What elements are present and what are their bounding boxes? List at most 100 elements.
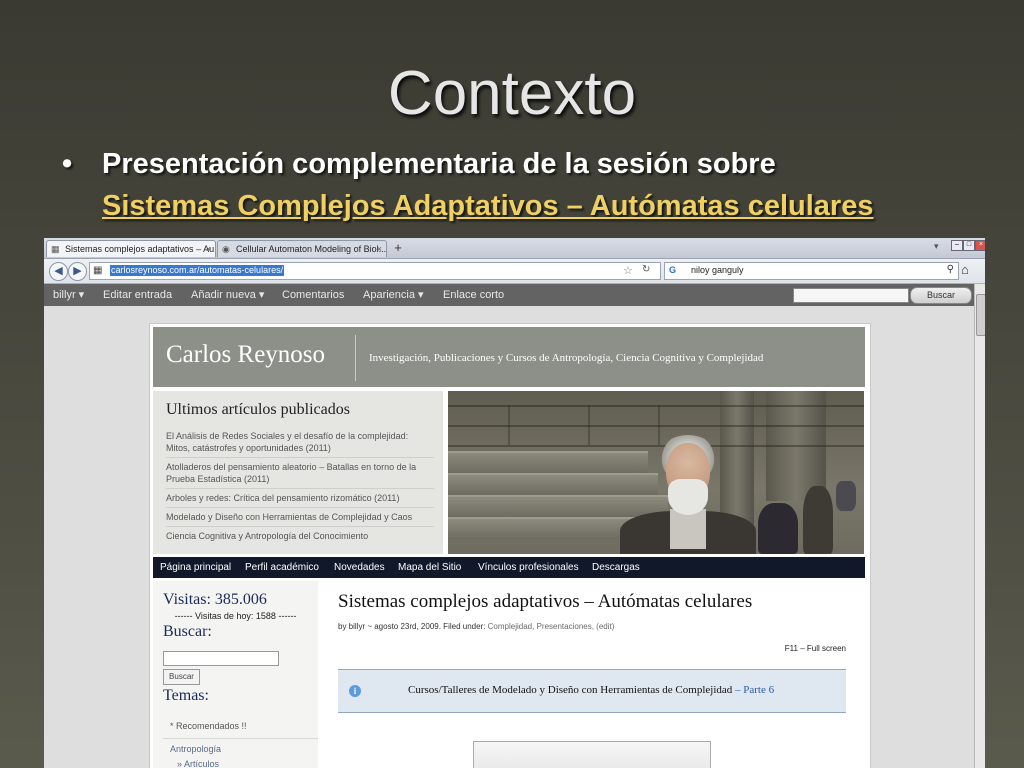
site-header: Carlos Reynoso Investigación, Publicacio… [153,327,865,387]
back-arrow-icon[interactable]: ◀ [49,262,68,281]
stone-joint [588,405,590,445]
admin-bar: billyr ▾ Editar entrada Añadir nueva ▾ C… [44,284,979,306]
recent-articles-panel: Ultimos artículos publicados El Análisis… [153,391,443,554]
nav-professional-links[interactable]: Vínculos profesionales [478,557,579,578]
recent-articles-heading: Ultimos artículos publicados [166,401,350,418]
close-window-icon[interactable]: × [975,240,985,251]
sidebar-search-input[interactable] [163,651,279,666]
admin-search-input[interactable] [793,288,909,303]
nav-downloads[interactable]: Descargas [592,557,640,578]
post-meta: by billyr ~ agosto 23rd, 2009. Filed und… [338,622,614,631]
tab-sistemas-complejos[interactable]: ▦ Sistemas complejos adaptativos – Au...… [46,240,216,257]
stone-step [448,473,658,495]
search-icon[interactable]: ⚲ [947,264,954,275]
recent-article-link[interactable]: Ciencia Cognitiva y Antropología del Con… [166,527,434,545]
scrollbar[interactable] [974,284,985,768]
search-heading: Buscar: [163,623,212,640]
subcategory-link[interactable]: » Artículos [177,759,219,768]
header-divider [355,335,356,381]
visits-today: ------ Visitas de hoy: 1588 ------ [174,611,297,621]
bullet-link[interactable]: Sistemas Complejos Adaptativos – Autómat… [102,185,1002,227]
category-link[interactable]: Antropología [170,744,221,754]
post-title[interactable]: Sistemas complejos adaptativos – Autómat… [338,591,752,613]
topics-heading: Temas: [163,687,209,704]
tab-cellular-automaton[interactable]: ◉ Cellular Automaton Modeling of Biol...… [217,240,387,257]
scroll-thumb[interactable] [976,294,985,336]
recent-article-link[interactable]: Modelado y Diseño con Herramientas de Co… [166,508,434,527]
stone-course [448,445,864,447]
post-meta-text: by billyr ~ agosto 23rd, 2009. Filed und… [338,622,488,631]
recent-article-link[interactable]: El Análisis de Redes Sociales y el desaf… [166,427,434,458]
nav-home[interactable]: Página principal [160,557,231,578]
stone-course [448,405,864,407]
post-categories[interactable]: Complejidad, Presentaciones, (edit) [488,622,615,631]
embedded-presentation[interactable] [473,741,711,768]
maximize-icon[interactable]: □ [963,240,975,251]
slide-bullet: • Presentación complementaria de la sesi… [62,143,1002,227]
browser-window: ▦ Sistemas complejos adaptativos – Au...… [44,238,985,768]
url-text[interactable]: carlosreynoso.com.ar/automatas-celulares… [110,265,285,276]
page-icon: ◉ [222,244,230,254]
stone-course [448,425,864,427]
parked-car [836,481,856,511]
admin-add-new[interactable]: Añadir nueva ▾ [191,284,264,306]
admin-user-menu[interactable]: billyr ▾ [53,284,84,306]
info-box: i Cursos/Talleres de Modelado y Diseño c… [338,669,846,713]
reload-icon[interactable]: ↻ [642,264,650,275]
admin-comments[interactable]: Comentarios [282,284,344,306]
home-icon[interactable]: ⌂ [961,262,969,277]
nav-academic-profile[interactable]: Perfil académico [245,557,319,578]
new-tab-button[interactable]: + [389,240,407,257]
recommended-link[interactable]: * Recomendados !! [170,721,247,731]
info-icon: i [349,685,361,697]
bystander [803,486,833,554]
nav-site-map[interactable]: Mapa del Sitio [398,557,461,578]
chevron-down-icon[interactable]: ▾ [934,241,939,252]
nav-news[interactable]: Novedades [334,557,385,578]
person-shirt [670,509,706,549]
search-query[interactable]: niloy ganguly [691,265,744,275]
site-navigation: Página principal Perfil académico Noveda… [153,557,865,578]
tab-label: Cellular Automaton Modeling of Biol... [236,244,387,254]
bystander [758,503,798,554]
sidebar-search-button[interactable]: Buscar [163,669,200,685]
divider [163,738,318,739]
site-brand[interactable]: Carlos Reynoso [166,341,325,369]
google-icon[interactable]: G [669,265,676,275]
post-content: Sistemas complejos adaptativos – Autómat… [318,581,866,768]
admin-short-link[interactable]: Enlace corto [443,284,504,306]
stone-step [448,495,668,517]
tab-label: Sistemas complejos adaptativos – Au... [65,244,216,254]
tab-strip: ▦ Sistemas complejos adaptativos – Au...… [44,238,985,259]
stone-joint [508,405,510,445]
close-icon[interactable]: × [377,241,382,257]
minimize-icon[interactable]: – [951,240,963,251]
address-bar[interactable]: ▦ carlosreynoso.com.ar/automatas-celular… [89,262,661,280]
info-link[interactable]: – Parte 6 [732,684,774,696]
stone-step [448,451,648,473]
fullscreen-hint: F11 – Full screen [784,644,846,653]
admin-appearance[interactable]: Apariencia ▾ [363,284,424,306]
star-icon[interactable]: ☆ [623,264,633,277]
close-icon[interactable]: × [206,241,211,257]
admin-search-button[interactable]: Buscar [910,287,972,304]
author-photo [448,391,864,554]
grid-icon: ▦ [93,265,103,276]
admin-edit-entry[interactable]: Editar entrada [103,284,172,306]
site-tagline: Investigación, Publicaciones y Cursos de… [369,352,764,364]
navigation-bar: ◀ ▶ ▦ carlosreynoso.com.ar/automatas-cel… [44,259,985,284]
bullet-text: Presentación complementaria de la sesión… [102,148,776,180]
person-beard [668,479,708,515]
sidebar: Visitas: 385.006 ------ Visitas de hoy: … [153,581,318,768]
slide-title: Contexto [387,59,637,128]
visits-counter: Visitas: 385.006 [163,591,267,608]
recent-article-link[interactable]: Atolladeros del pensamiento aleatorio – … [166,458,434,489]
forward-arrow-icon[interactable]: ▶ [68,262,87,281]
recent-article-link[interactable]: Arboles y redes: Crítica del pensamiento… [166,489,434,508]
recent-articles-list: El Análisis de Redes Sociales y el desaf… [166,427,434,545]
grid-icon: ▦ [51,244,60,254]
page-viewport: Carlos Reynoso Investigación, Publicacio… [44,306,974,768]
bullet-marker: • [62,148,73,180]
search-bar[interactable]: G niloy ganguly ⚲ [664,262,959,280]
website: Carlos Reynoso Investigación, Publicacio… [149,323,871,768]
